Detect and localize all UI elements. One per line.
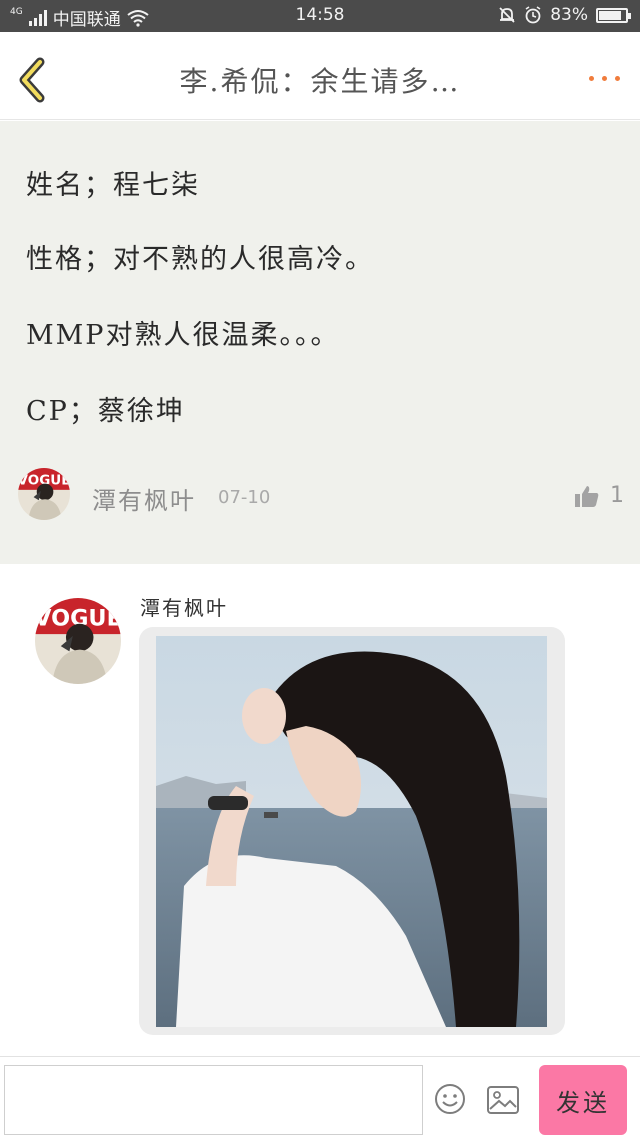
send-button[interactable]: 发送 — [539, 1065, 627, 1135]
more-dot — [589, 76, 594, 81]
chevron-left-icon — [19, 57, 45, 103]
picture-icon — [487, 1086, 519, 1114]
more-dot — [615, 76, 620, 81]
like-button[interactable]: 1 — [574, 483, 624, 508]
avatar[interactable]: VOGUE — [18, 468, 70, 520]
image-button[interactable] — [486, 1085, 520, 1115]
post-line-personality: 性格；对不熟的人很高冷。 — [26, 244, 374, 275]
post-line-cp: CP；蔡徐坤 — [26, 396, 185, 427]
alarm-icon — [525, 6, 541, 24]
reply-author-name[interactable]: 潭有枫叶 — [140, 592, 228, 621]
post-line-attitude: MMP对熟人很温柔。。。 — [26, 320, 340, 351]
post-author-name[interactable]: 潭有枫叶 — [92, 481, 196, 516]
battery-fill — [599, 10, 621, 20]
original-post: 姓名；程七柒 性格；对不熟的人很高冷。 MMP对熟人很温柔。。。 CP；蔡徐坤 … — [0, 121, 640, 564]
more-dot — [602, 76, 607, 81]
photo-content — [156, 636, 547, 1027]
page-title: 李.希侃：余生请多… — [179, 65, 461, 98]
message-input[interactable] — [4, 1065, 423, 1135]
battery-percent: 83% — [550, 5, 588, 25]
more-options-button[interactable] — [589, 76, 620, 81]
message-bubble — [139, 627, 565, 1035]
composer-bar: 发送 — [0, 1056, 640, 1138]
like-count: 1 — [610, 483, 624, 508]
thumbs-up-icon — [575, 485, 599, 507]
emoji-button[interactable] — [434, 1083, 466, 1115]
status-bar: 4G 中国联通 14:58 83% — [0, 0, 640, 32]
back-button[interactable] — [14, 56, 54, 104]
post-date: 07-10 — [218, 487, 271, 508]
battery-icon — [596, 7, 631, 23]
top-nav: 李.希侃：余生请多… — [0, 32, 640, 120]
post-line-name: 姓名；程七柒 — [26, 170, 200, 201]
avatar-image: VOGUE — [18, 468, 70, 520]
avatar[interactable]: VOGUE — [35, 598, 121, 684]
status-right: 83% — [498, 5, 631, 25]
smiley-icon — [435, 1084, 465, 1114]
photo-image[interactable] — [156, 636, 547, 1027]
avatar-image: VOGUE — [35, 598, 121, 684]
mute-bell-icon — [499, 7, 515, 23]
